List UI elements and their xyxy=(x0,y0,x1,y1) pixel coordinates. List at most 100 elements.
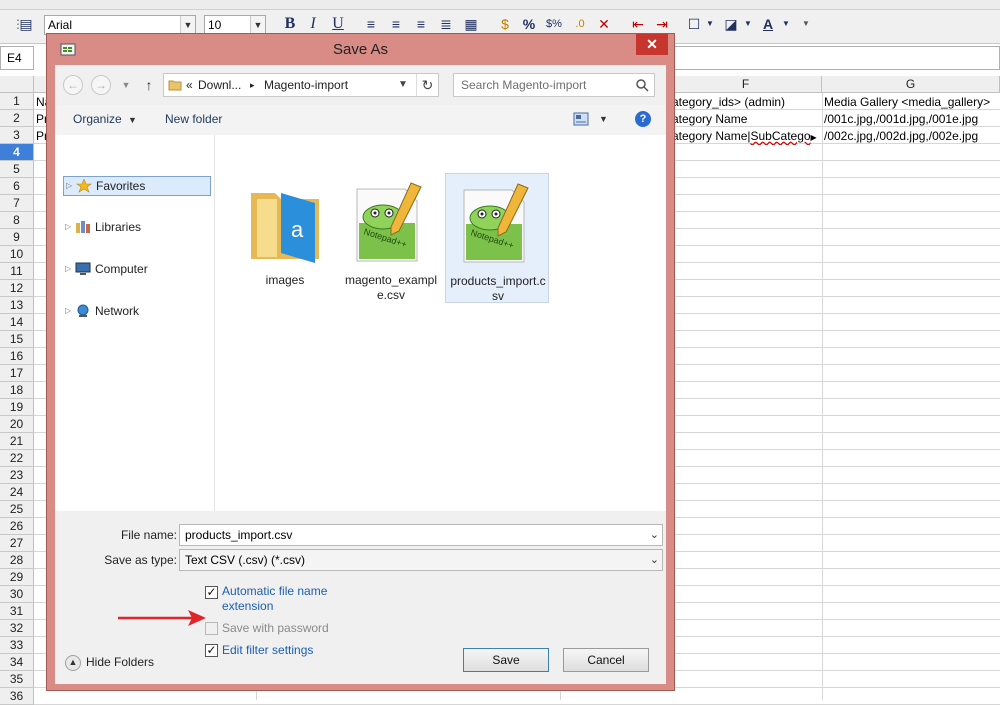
nav-item-libraries[interactable]: ▷ Libraries xyxy=(63,218,211,238)
name-box[interactable]: E4 xyxy=(0,46,34,70)
nav-item-favorites[interactable]: ▷ Favorites xyxy=(63,176,211,196)
number-format-icon[interactable]: $% xyxy=(544,14,564,34)
new-folder-button[interactable]: New folder xyxy=(165,112,222,126)
row-header[interactable]: 1 xyxy=(0,93,34,110)
search-input[interactable] xyxy=(454,74,632,96)
font-size-box[interactable]: 10 ▼ xyxy=(204,15,266,35)
row-header[interactable]: 36 xyxy=(0,688,34,705)
save-as-type-select[interactable]: Text CSV (.csv) (*.csv) ⌄ xyxy=(179,549,663,571)
chevron-down-icon[interactable]: ▼ xyxy=(776,14,796,34)
row-header[interactable]: 29 xyxy=(0,569,34,586)
percent-icon[interactable]: % xyxy=(519,14,539,34)
file-item-magento-example[interactable]: Notepad++ magento_example.csv xyxy=(339,173,443,303)
file-item-images[interactable]: a images xyxy=(233,173,337,303)
auto-extension-checkbox[interactable]: ✓ xyxy=(205,586,218,599)
cell-g1[interactable]: Media Gallery <media_gallery> xyxy=(822,94,1000,111)
row-header[interactable]: 14 xyxy=(0,314,34,331)
align-left-icon[interactable]: ≡ xyxy=(361,14,381,34)
row-header[interactable]: 11 xyxy=(0,263,34,280)
row-header[interactable]: 20 xyxy=(0,416,34,433)
row-header[interactable]: 23 xyxy=(0,467,34,484)
row-header[interactable]: 30 xyxy=(0,586,34,603)
underline-icon[interactable]: U xyxy=(328,14,348,34)
cell-f3[interactable]: ategory Name|SubCatego▶ xyxy=(670,128,822,145)
cancel-button[interactable]: Cancel xyxy=(563,648,649,672)
row-header[interactable]: 22 xyxy=(0,450,34,467)
breadcrumb-prefix[interactable]: « xyxy=(186,77,193,93)
font-name-box[interactable]: Arial ▼ xyxy=(44,15,196,35)
chevron-down-icon[interactable]: ▼ xyxy=(738,14,758,34)
nav-item-network[interactable]: ▷ Network xyxy=(63,302,211,322)
close-button[interactable]: ✕ xyxy=(636,34,668,55)
chevron-down-icon[interactable]: ⌄ xyxy=(650,550,659,570)
edit-filter-settings-checkbox[interactable]: ✓ xyxy=(205,644,218,657)
row-header[interactable]: 27 xyxy=(0,535,34,552)
row-header[interactable]: 34 xyxy=(0,654,34,671)
up-button[interactable]: ↑ xyxy=(141,75,157,95)
corner-select-all[interactable] xyxy=(0,76,34,93)
file-item-products-import[interactable]: Notepad++ products_import.csv xyxy=(445,173,549,303)
file-name-field[interactable]: products_import.csv ⌄ xyxy=(179,524,663,546)
row-header[interactable]: 13 xyxy=(0,297,34,314)
row-header[interactable]: 35 xyxy=(0,671,34,688)
row-header[interactable]: 5 xyxy=(0,161,34,178)
help-icon[interactable]: ? xyxy=(635,111,651,127)
search-box[interactable] xyxy=(453,73,655,97)
cell-g2[interactable]: /001c.jpg,/001d.jpg,/001e.jpg xyxy=(822,111,1000,128)
row-header[interactable]: 16 xyxy=(0,348,34,365)
row-header[interactable]: 19 xyxy=(0,399,34,416)
expand-arrow-icon[interactable]: ▷ xyxy=(65,302,71,320)
delete-decimal-icon[interactable]: ✕ xyxy=(594,14,614,34)
add-decimal-icon[interactable]: .0 xyxy=(570,14,590,34)
chevron-down-icon[interactable]: ▼ xyxy=(180,16,195,34)
currency-icon[interactable]: $ xyxy=(495,14,515,34)
breadcrumb-separator-icon[interactable]: ▸ xyxy=(250,77,255,93)
increase-indent-icon[interactable]: ⇥ xyxy=(652,14,672,34)
row-header[interactable]: 15 xyxy=(0,331,34,348)
formula-input[interactable] xyxy=(670,46,1000,70)
column-header-f[interactable]: F xyxy=(670,76,822,93)
save-button[interactable]: Save xyxy=(463,648,549,672)
dialog-titlebar[interactable]: Save As ✕ xyxy=(47,34,674,64)
row-header[interactable]: 32 xyxy=(0,620,34,637)
expand-arrow-icon[interactable]: ▷ xyxy=(65,218,71,236)
expand-arrow-icon[interactable]: ▷ xyxy=(66,177,72,195)
row-header[interactable]: 21 xyxy=(0,433,34,450)
styles-icon[interactable]: ▤ xyxy=(16,14,36,34)
cell-f1[interactable]: ategory_ids> (admin) xyxy=(670,94,822,111)
row-header[interactable]: 24 xyxy=(0,484,34,501)
bold-icon[interactable]: B xyxy=(280,14,300,34)
row-header[interactable]: 12 xyxy=(0,280,34,297)
row-header[interactable]: 28 xyxy=(0,552,34,569)
align-right-icon[interactable]: ≡ xyxy=(411,14,431,34)
refresh-icon[interactable]: ↻ xyxy=(416,74,438,96)
row-header[interactable]: 33 xyxy=(0,637,34,654)
row-header[interactable]: 31 xyxy=(0,603,34,620)
row-header[interactable]: 7 xyxy=(0,195,34,212)
expand-arrow-icon[interactable]: ▷ xyxy=(65,260,71,278)
align-center-icon[interactable]: ≡ xyxy=(386,14,406,34)
breadcrumb-magento-import[interactable]: Magento-import xyxy=(264,77,348,93)
recent-locations-button[interactable]: ▼ xyxy=(120,77,132,93)
column-header-g[interactable]: G xyxy=(822,76,1000,93)
toolbar-overflow-icon[interactable]: ▼ xyxy=(796,14,816,34)
row-header[interactable]: 25 xyxy=(0,501,34,518)
chevron-down-icon[interactable]: ▼ xyxy=(599,112,608,126)
back-button[interactable]: ← xyxy=(63,75,83,95)
nav-item-computer[interactable]: ▷ Computer xyxy=(63,260,211,280)
row-header[interactable]: 18 xyxy=(0,382,34,399)
auto-extension-label[interactable]: Automatic file name extension xyxy=(222,584,352,614)
font-color-icon[interactable]: A xyxy=(758,14,778,34)
chevron-down-icon[interactable]: ▼ xyxy=(250,16,265,34)
chevron-down-icon[interactable]: ▼ xyxy=(128,112,137,128)
chevron-down-icon[interactable]: ⌄ xyxy=(650,525,659,545)
merge-icon[interactable]: ▦ xyxy=(461,14,481,34)
forward-button[interactable]: → xyxy=(91,75,111,95)
organize-button[interactable]: Organize xyxy=(73,112,122,126)
row-header[interactable]: 26 xyxy=(0,518,34,535)
justify-icon[interactable]: ≣ xyxy=(436,14,456,34)
row-header[interactable]: 2 xyxy=(0,110,34,127)
address-bar[interactable]: « Downl... ▸ Magento-import ▼ ↻ xyxy=(163,73,439,97)
row-header[interactable]: 9 xyxy=(0,229,34,246)
view-options-icon[interactable] xyxy=(573,112,589,126)
